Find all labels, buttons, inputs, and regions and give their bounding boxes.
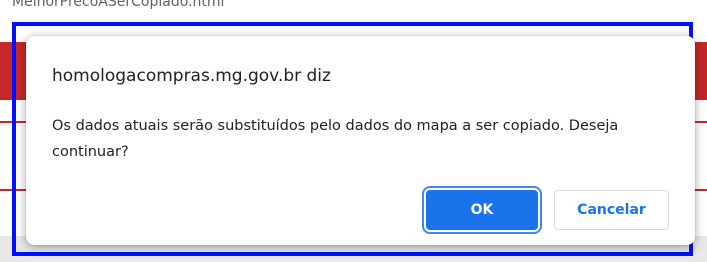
background-page-title: MelhorPrecoASerCopiado.html bbox=[12, 0, 225, 10]
ok-button[interactable]: OK bbox=[426, 190, 538, 230]
dialog-title: homologacompras.mg.gov.br diz bbox=[52, 66, 331, 86]
dialog-message: Os dados atuais serão substituídos pelo … bbox=[52, 118, 619, 160]
cancel-button[interactable]: Cancelar bbox=[554, 190, 669, 230]
confirm-dialog: homologacompras.mg.gov.br diz Os dados a… bbox=[26, 36, 695, 245]
page: MelhorPrecoASerCopiado.html homologacomp… bbox=[0, 0, 707, 262]
